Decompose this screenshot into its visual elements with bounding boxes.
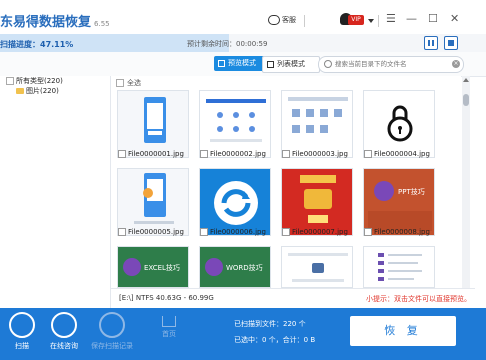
- file-thumbnail[interactable]: [281, 168, 353, 236]
- ppt-tips-thumb-icon: [364, 169, 434, 235]
- file-thumbnail[interactable]: [117, 90, 189, 158]
- checkbox[interactable]: [364, 150, 372, 158]
- minimize-icon[interactable]: —: [406, 12, 417, 25]
- checkbox: [116, 79, 124, 87]
- view-toolbar: 预览模式 列表模式 ×: [0, 52, 486, 77]
- file-thumbnail[interactable]: WORD技巧: [199, 246, 271, 288]
- file-name[interactable]: File0000007.jpg: [282, 228, 348, 236]
- list-page-thumb-icon: [364, 247, 434, 287]
- file-thumbnail[interactable]: [117, 168, 189, 236]
- app-version: 6.55: [94, 20, 110, 28]
- web-page-thumb-icon: [282, 247, 352, 287]
- checkbox[interactable]: [118, 228, 126, 236]
- divider: [304, 15, 305, 27]
- lock-thumb-icon: [364, 91, 434, 157]
- file-thumbnail[interactable]: PPT技巧: [363, 168, 435, 236]
- home-icon: [162, 316, 176, 327]
- scan-nav-button[interactable]: 扫描: [0, 312, 44, 351]
- save-record-nav-button[interactable]: 保存扫描记录: [90, 312, 134, 351]
- grid-icon: [218, 60, 225, 67]
- file-thumbnail[interactable]: [281, 90, 353, 158]
- checkbox[interactable]: [200, 150, 208, 158]
- file-name[interactable]: File0000005.jpg: [118, 228, 184, 236]
- save-record-icon: [99, 312, 125, 338]
- customer-service-button[interactable]: 客服: [268, 15, 296, 25]
- thumbnail-caption: PPT技巧: [398, 188, 425, 196]
- support-icon: [51, 312, 77, 338]
- web-page-thumb-icon: [200, 91, 270, 157]
- divider: [378, 15, 379, 27]
- file-thumbnail[interactable]: [199, 168, 271, 236]
- file-name[interactable]: File0000008.jpg: [364, 228, 430, 236]
- file-thumbnail[interactable]: [363, 246, 435, 288]
- file-name[interactable]: File0000001.jpg: [118, 150, 184, 158]
- checkbox[interactable]: [364, 228, 372, 236]
- selected-summary: 已选中：0 个，合计：0 B: [234, 336, 316, 344]
- grid-scrollbar[interactable]: [462, 76, 470, 288]
- scroll-thumb[interactable]: [463, 94, 469, 106]
- remaining-time: 预计剩余时间：00:00:59: [187, 40, 268, 48]
- search-icon: [324, 60, 332, 68]
- file-name[interactable]: File0000003.jpg: [282, 150, 348, 158]
- checkbox[interactable]: [200, 228, 208, 236]
- scroll-up-icon[interactable]: [463, 78, 469, 82]
- thumbnail-caption: EXCEL技巧: [144, 264, 180, 272]
- phone-app-thumb-icon: [118, 169, 188, 235]
- bottom-action-bar: 扫描 在线咨询 保存扫描记录 首页 已扫描到文件：220 个 已选中：0 个，合…: [0, 308, 486, 360]
- select-all-checkbox[interactable]: 全选: [116, 78, 141, 88]
- title-bar: 东易得数据恢复 6.55 客服 VIP ☰ — ☐ ✕: [0, 0, 486, 32]
- clear-search-icon[interactable]: ×: [452, 60, 460, 68]
- file-type-tree: 所有类型(220) 图片(220): [0, 76, 111, 308]
- recover-button[interactable]: 恢 复: [350, 316, 456, 346]
- vip-badge[interactable]: VIP: [348, 15, 364, 25]
- progress-label: 扫描进度：47.11%: [0, 40, 74, 49]
- promo-red-thumb-icon: [282, 169, 352, 235]
- chat-icon: [268, 15, 280, 25]
- home-button[interactable]: 首页: [156, 316, 182, 339]
- menu-icon[interactable]: ☰: [386, 12, 396, 25]
- file-thumbnail[interactable]: [199, 90, 271, 158]
- list-mode-button[interactable]: 列表模式: [262, 56, 320, 73]
- tree-item-all-types[interactable]: 所有类型(220): [6, 76, 63, 86]
- maximize-icon[interactable]: ☐: [428, 12, 438, 25]
- checkbox[interactable]: [282, 150, 290, 158]
- phone-app-thumb-icon: [118, 91, 188, 157]
- file-thumbnail[interactable]: [363, 90, 435, 158]
- web-page-thumb-icon: [282, 91, 352, 157]
- file-thumbnail[interactable]: EXCEL技巧: [117, 246, 189, 288]
- thumbnail-caption: WORD技巧: [226, 264, 263, 272]
- file-name[interactable]: File0000006.jpg: [200, 228, 266, 236]
- status-bar: [E:\] NTFS 40.63G - 60.99G 小提示：双击文件可以直接预…: [111, 288, 475, 309]
- scan-icon: [9, 312, 35, 338]
- search-box: ×: [318, 56, 464, 73]
- checkbox[interactable]: [282, 228, 290, 236]
- checkbox[interactable]: [6, 77, 14, 85]
- hint-text: 小提示：双击文件可以直接预览。: [366, 295, 471, 303]
- folder-icon: [16, 88, 24, 94]
- disk-info: [E:\] NTFS 40.63G - 60.99G: [119, 294, 214, 302]
- app-title: 东易得数据恢复 6.55: [0, 15, 110, 30]
- pause-button[interactable]: [424, 36, 438, 50]
- list-icon: [267, 61, 274, 68]
- file-thumbnail[interactable]: [281, 246, 353, 288]
- file-name[interactable]: File0000004.jpg: [364, 150, 430, 158]
- stop-button[interactable]: [444, 36, 458, 50]
- checkbox[interactable]: [118, 150, 126, 158]
- file-name[interactable]: File0000002.jpg: [200, 150, 266, 158]
- close-icon[interactable]: ✕: [450, 12, 459, 25]
- search-input[interactable]: [335, 58, 445, 69]
- chevron-down-icon[interactable]: [368, 19, 374, 23]
- scan-progress-bar: 扫描进度：47.11% 预计剩余时间：00:00:59: [0, 34, 486, 52]
- scanned-file-count: 已扫描到文件：220 个: [234, 320, 306, 328]
- online-support-nav-button[interactable]: 在线咨询: [42, 312, 86, 351]
- refresh-logo-thumb-icon: [200, 169, 270, 235]
- tree-item-images[interactable]: 图片(220): [16, 86, 59, 96]
